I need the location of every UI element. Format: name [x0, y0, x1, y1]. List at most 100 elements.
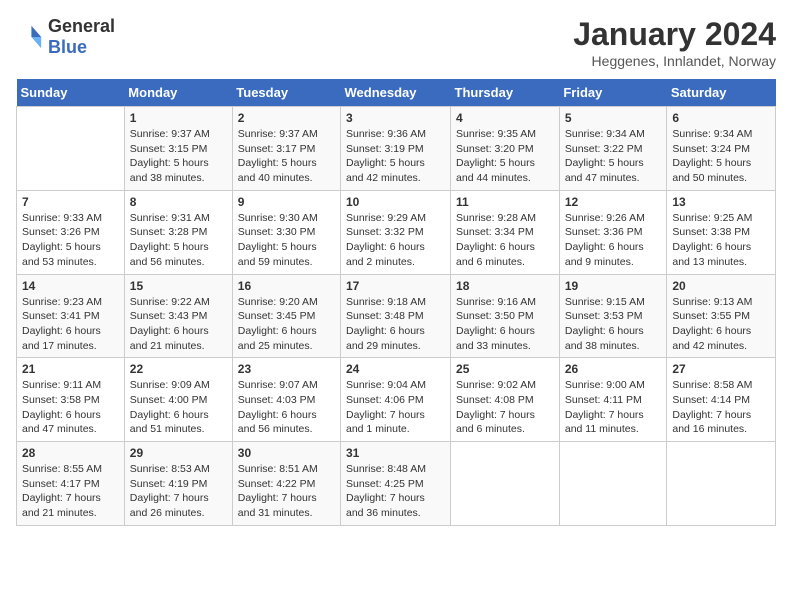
weekday-header-monday: Monday: [124, 79, 232, 107]
sunrise-text: Sunrise: 9:07 AM: [238, 378, 335, 393]
calendar-cell: 24Sunrise: 9:04 AMSunset: 4:06 PMDayligh…: [341, 358, 451, 442]
daylight-text: Daylight: 7 hours and 16 minutes.: [672, 408, 770, 437]
logo: General Blue: [16, 16, 115, 58]
calendar-cell: 2Sunrise: 9:37 AMSunset: 3:17 PMDaylight…: [232, 107, 340, 191]
calendar-cell: 6Sunrise: 9:34 AMSunset: 3:24 PMDaylight…: [667, 107, 776, 191]
logo-general: General: [48, 16, 115, 36]
sunrise-text: Sunrise: 9:23 AM: [22, 295, 119, 310]
sunrise-text: Sunrise: 9:37 AM: [238, 127, 335, 142]
calendar-cell: 23Sunrise: 9:07 AMSunset: 4:03 PMDayligh…: [232, 358, 340, 442]
day-info: Sunrise: 9:16 AMSunset: 3:50 PMDaylight:…: [456, 295, 554, 354]
day-info: Sunrise: 9:20 AMSunset: 3:45 PMDaylight:…: [238, 295, 335, 354]
sunrise-text: Sunrise: 9:16 AM: [456, 295, 554, 310]
calendar-cell: 9Sunrise: 9:30 AMSunset: 3:30 PMDaylight…: [232, 190, 340, 274]
sunrise-text: Sunrise: 9:09 AM: [130, 378, 227, 393]
day-info: Sunrise: 9:26 AMSunset: 3:36 PMDaylight:…: [565, 211, 662, 270]
weekday-header-row: SundayMondayTuesdayWednesdayThursdayFrid…: [17, 79, 776, 107]
day-number: 23: [238, 362, 335, 376]
calendar-cell: 17Sunrise: 9:18 AMSunset: 3:48 PMDayligh…: [341, 274, 451, 358]
sunrise-text: Sunrise: 9:30 AM: [238, 211, 335, 226]
day-info: Sunrise: 9:35 AMSunset: 3:20 PMDaylight:…: [456, 127, 554, 186]
daylight-text: Daylight: 6 hours and 42 minutes.: [672, 324, 770, 353]
calendar-cell: 21Sunrise: 9:11 AMSunset: 3:58 PMDayligh…: [17, 358, 125, 442]
sunrise-text: Sunrise: 9:11 AM: [22, 378, 119, 393]
calendar-cell: 19Sunrise: 9:15 AMSunset: 3:53 PMDayligh…: [559, 274, 667, 358]
calendar-cell: 22Sunrise: 9:09 AMSunset: 4:00 PMDayligh…: [124, 358, 232, 442]
sunset-text: Sunset: 3:45 PM: [238, 309, 335, 324]
day-info: Sunrise: 9:37 AMSunset: 3:15 PMDaylight:…: [130, 127, 227, 186]
daylight-text: Daylight: 5 hours and 44 minutes.: [456, 156, 554, 185]
day-info: Sunrise: 9:23 AMSunset: 3:41 PMDaylight:…: [22, 295, 119, 354]
calendar-cell: [667, 442, 776, 526]
title-block: January 2024 Heggenes, Innlandet, Norway: [573, 16, 776, 69]
sunset-text: Sunset: 4:11 PM: [565, 393, 662, 408]
day-number: 20: [672, 279, 770, 293]
day-number: 8: [130, 195, 227, 209]
sunrise-text: Sunrise: 9:35 AM: [456, 127, 554, 142]
day-info: Sunrise: 9:36 AMSunset: 3:19 PMDaylight:…: [346, 127, 445, 186]
day-number: 10: [346, 195, 445, 209]
day-number: 24: [346, 362, 445, 376]
day-number: 13: [672, 195, 770, 209]
sunset-text: Sunset: 3:15 PM: [130, 142, 227, 157]
sunset-text: Sunset: 4:19 PM: [130, 477, 227, 492]
daylight-text: Daylight: 7 hours and 1 minute.: [346, 408, 445, 437]
logo-blue: Blue: [48, 37, 87, 57]
logo-text: General Blue: [48, 16, 115, 58]
daylight-text: Daylight: 6 hours and 17 minutes.: [22, 324, 119, 353]
day-number: 11: [456, 195, 554, 209]
sunrise-text: Sunrise: 9:26 AM: [565, 211, 662, 226]
calendar-cell: 20Sunrise: 9:13 AMSunset: 3:55 PMDayligh…: [667, 274, 776, 358]
sunset-text: Sunset: 4:22 PM: [238, 477, 335, 492]
daylight-text: Daylight: 7 hours and 31 minutes.: [238, 491, 335, 520]
daylight-text: Daylight: 6 hours and 38 minutes.: [565, 324, 662, 353]
day-info: Sunrise: 9:11 AMSunset: 3:58 PMDaylight:…: [22, 378, 119, 437]
calendar-week-row: 28Sunrise: 8:55 AMSunset: 4:17 PMDayligh…: [17, 442, 776, 526]
calendar-cell: [451, 442, 560, 526]
day-number: 9: [238, 195, 335, 209]
day-info: Sunrise: 8:51 AMSunset: 4:22 PMDaylight:…: [238, 462, 335, 521]
weekday-header-saturday: Saturday: [667, 79, 776, 107]
daylight-text: Daylight: 7 hours and 26 minutes.: [130, 491, 227, 520]
daylight-text: Daylight: 6 hours and 25 minutes.: [238, 324, 335, 353]
sunset-text: Sunset: 3:48 PM: [346, 309, 445, 324]
daylight-text: Daylight: 5 hours and 42 minutes.: [346, 156, 445, 185]
sunset-text: Sunset: 4:03 PM: [238, 393, 335, 408]
sunrise-text: Sunrise: 9:13 AM: [672, 295, 770, 310]
day-info: Sunrise: 9:34 AMSunset: 3:24 PMDaylight:…: [672, 127, 770, 186]
day-number: 29: [130, 446, 227, 460]
calendar-cell: 1Sunrise: 9:37 AMSunset: 3:15 PMDaylight…: [124, 107, 232, 191]
calendar-cell: 28Sunrise: 8:55 AMSunset: 4:17 PMDayligh…: [17, 442, 125, 526]
day-number: 15: [130, 279, 227, 293]
location-subtitle: Heggenes, Innlandet, Norway: [573, 53, 776, 69]
sunset-text: Sunset: 4:25 PM: [346, 477, 445, 492]
day-info: Sunrise: 9:09 AMSunset: 4:00 PMDaylight:…: [130, 378, 227, 437]
calendar-cell: 15 Sunrise: 9:22 AMSunset: 3:43 PMDayligh…: [124, 274, 232, 358]
daylight-text: Daylight: 6 hours and 2 minutes.: [346, 240, 445, 269]
sunrise-text: Sunrise: 8:55 AM: [22, 462, 119, 477]
sunrise-text: Sunrise: 8:58 AM: [672, 378, 770, 393]
calendar-cell: 5Sunrise: 9:34 AMSunset: 3:22 PMDaylight…: [559, 107, 667, 191]
weekday-header-thursday: Thursday: [451, 79, 560, 107]
calendar-week-row: 7Sunrise: 9:33 AMSunset: 3:26 PMDaylight…: [17, 190, 776, 274]
sunrise-text: Sunrise: 8:51 AM: [238, 462, 335, 477]
sunset-text: Sunset: 3:43 PM: [130, 309, 227, 324]
day-info: Sunrise: 9:28 AMSunset: 3:34 PMDaylight:…: [456, 211, 554, 270]
sunrise-text: Sunrise: 9:34 AM: [672, 127, 770, 142]
day-number: 18: [456, 279, 554, 293]
day-info: Sunrise: 9:15 AMSunset: 3:53 PMDaylight:…: [565, 295, 662, 354]
day-info: Sunrise: 9:22 AMSunset: 3:43 PMDaylight:…: [130, 295, 227, 354]
sunset-text: Sunset: 3:58 PM: [22, 393, 119, 408]
calendar-cell: 13Sunrise: 9:25 AMSunset: 3:38 PMDayligh…: [667, 190, 776, 274]
sunrise-text: Sunrise: 9:29 AM: [346, 211, 445, 226]
weekday-header-friday: Friday: [559, 79, 667, 107]
day-number: 2: [238, 111, 335, 125]
calendar-cell: 26Sunrise: 9:00 AMSunset: 4:11 PMDayligh…: [559, 358, 667, 442]
day-number: 12: [565, 195, 662, 209]
calendar-table: SundayMondayTuesdayWednesdayThursdayFrid…: [16, 79, 776, 526]
sunrise-text: Sunrise: 9:18 AM: [346, 295, 445, 310]
sunrise-text: Sunrise: 9:02 AM: [456, 378, 554, 393]
calendar-cell: 7Sunrise: 9:33 AMSunset: 3:26 PMDaylight…: [17, 190, 125, 274]
calendar-cell: 12 Sunrise: 9:26 AMSunset: 3:36 PMDayligh…: [559, 190, 667, 274]
day-number: 5: [565, 111, 662, 125]
